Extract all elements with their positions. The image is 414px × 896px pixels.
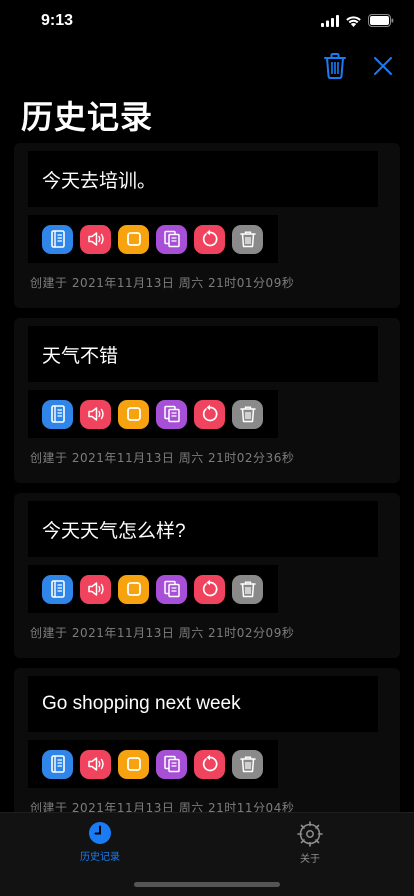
copy-icon — [163, 230, 180, 248]
speaker-icon — [87, 232, 104, 246]
record-actions — [28, 390, 278, 438]
delete-button[interactable] — [232, 224, 263, 254]
square-icon — [126, 232, 141, 246]
record-actions — [28, 740, 278, 788]
battery-icon — [368, 14, 394, 27]
record-actions — [28, 565, 278, 613]
status-icons — [321, 14, 394, 27]
tab-about[interactable]: 关于 — [260, 821, 360, 865]
read-button[interactable] — [42, 224, 73, 254]
wifi-icon — [346, 15, 361, 27]
record-text[interactable]: 天气不错 — [28, 326, 378, 382]
record-date: 创建于 2021年11月13日 周六 21时02分09秒 — [30, 626, 295, 640]
book-icon — [50, 405, 65, 423]
record-card: 天气不错 创建于 2021年11月13日 周六 21时02分36秒 — [14, 318, 400, 483]
read-button[interactable] — [42, 574, 73, 604]
copy-button[interactable] — [156, 749, 187, 779]
square-icon — [126, 757, 141, 771]
nav-actions — [322, 52, 396, 80]
record-text[interactable]: 今天天气怎么样? — [28, 501, 378, 557]
record-list: 今天去培训。 创建于 2021年11月13日 周六 21时01分09秒 天气不错… — [14, 143, 400, 843]
square-icon — [126, 582, 141, 596]
record-date: 创建于 2021年11月13日 周六 21时01分09秒 — [30, 276, 295, 290]
square-icon — [126, 407, 141, 421]
read-button[interactable] — [42, 399, 73, 429]
close-icon — [374, 57, 392, 75]
delete-button[interactable] — [232, 749, 263, 779]
tab-history[interactable]: 历史记录 — [50, 821, 150, 863]
record-text[interactable]: 今天去培训。 — [28, 151, 378, 207]
record-text[interactable]: Go shopping next week — [28, 676, 378, 732]
trash-icon — [324, 53, 346, 79]
redo-button[interactable] — [194, 574, 225, 604]
book-icon — [50, 755, 65, 773]
speak-button[interactable] — [80, 224, 111, 254]
speaker-icon — [87, 407, 104, 421]
trash-icon — [239, 756, 256, 773]
record-actions — [28, 215, 278, 263]
record-date: 创建于 2021年11月13日 周六 21时02分36秒 — [30, 451, 295, 465]
undo-icon — [202, 579, 217, 597]
speak-button[interactable] — [80, 749, 111, 779]
trash-icon — [239, 231, 256, 248]
speak-button[interactable] — [80, 574, 111, 604]
delete-all-button[interactable] — [322, 52, 348, 80]
speak-button[interactable] — [80, 399, 111, 429]
status-time: 9:13 — [41, 12, 74, 29]
tab-history-label: 历史记录 — [80, 852, 120, 863]
page-title: 历史记录 — [21, 98, 154, 136]
record-card: Go shopping next week 创建于 2021年11月13日 周六… — [14, 668, 400, 833]
delete-button[interactable] — [232, 399, 263, 429]
copy-button[interactable] — [156, 399, 187, 429]
copy-icon — [163, 405, 180, 423]
copy-icon — [163, 755, 180, 773]
delete-button[interactable] — [232, 574, 263, 604]
speaker-icon — [87, 757, 104, 771]
copy-button[interactable] — [156, 574, 187, 604]
stop-button[interactable] — [118, 749, 149, 779]
close-button[interactable] — [370, 52, 396, 80]
speaker-icon — [87, 582, 104, 596]
trash-icon — [239, 581, 256, 598]
stop-button[interactable] — [118, 574, 149, 604]
home-indicator — [134, 882, 280, 887]
gear-icon — [297, 821, 323, 847]
undo-icon — [202, 404, 217, 422]
redo-button[interactable] — [194, 749, 225, 779]
read-button[interactable] — [42, 749, 73, 779]
copy-icon — [163, 580, 180, 598]
record-card: 今天去培训。 创建于 2021年11月13日 周六 21时01分09秒 — [14, 143, 400, 308]
undo-icon — [202, 754, 217, 772]
stop-button[interactable] — [118, 399, 149, 429]
redo-button[interactable] — [194, 224, 225, 254]
record-card: 今天天气怎么样? 创建于 2021年11月13日 周六 21时02分09秒 — [14, 493, 400, 658]
copy-button[interactable] — [156, 224, 187, 254]
undo-icon — [202, 229, 217, 247]
redo-button[interactable] — [194, 399, 225, 429]
book-icon — [50, 230, 65, 248]
clock-icon — [89, 822, 111, 844]
tab-about-label: 关于 — [300, 854, 320, 865]
signal-icon — [321, 14, 339, 27]
trash-icon — [239, 406, 256, 423]
status-bar: 9:13 — [0, 0, 414, 44]
book-icon — [50, 580, 65, 598]
stop-button[interactable] — [118, 224, 149, 254]
